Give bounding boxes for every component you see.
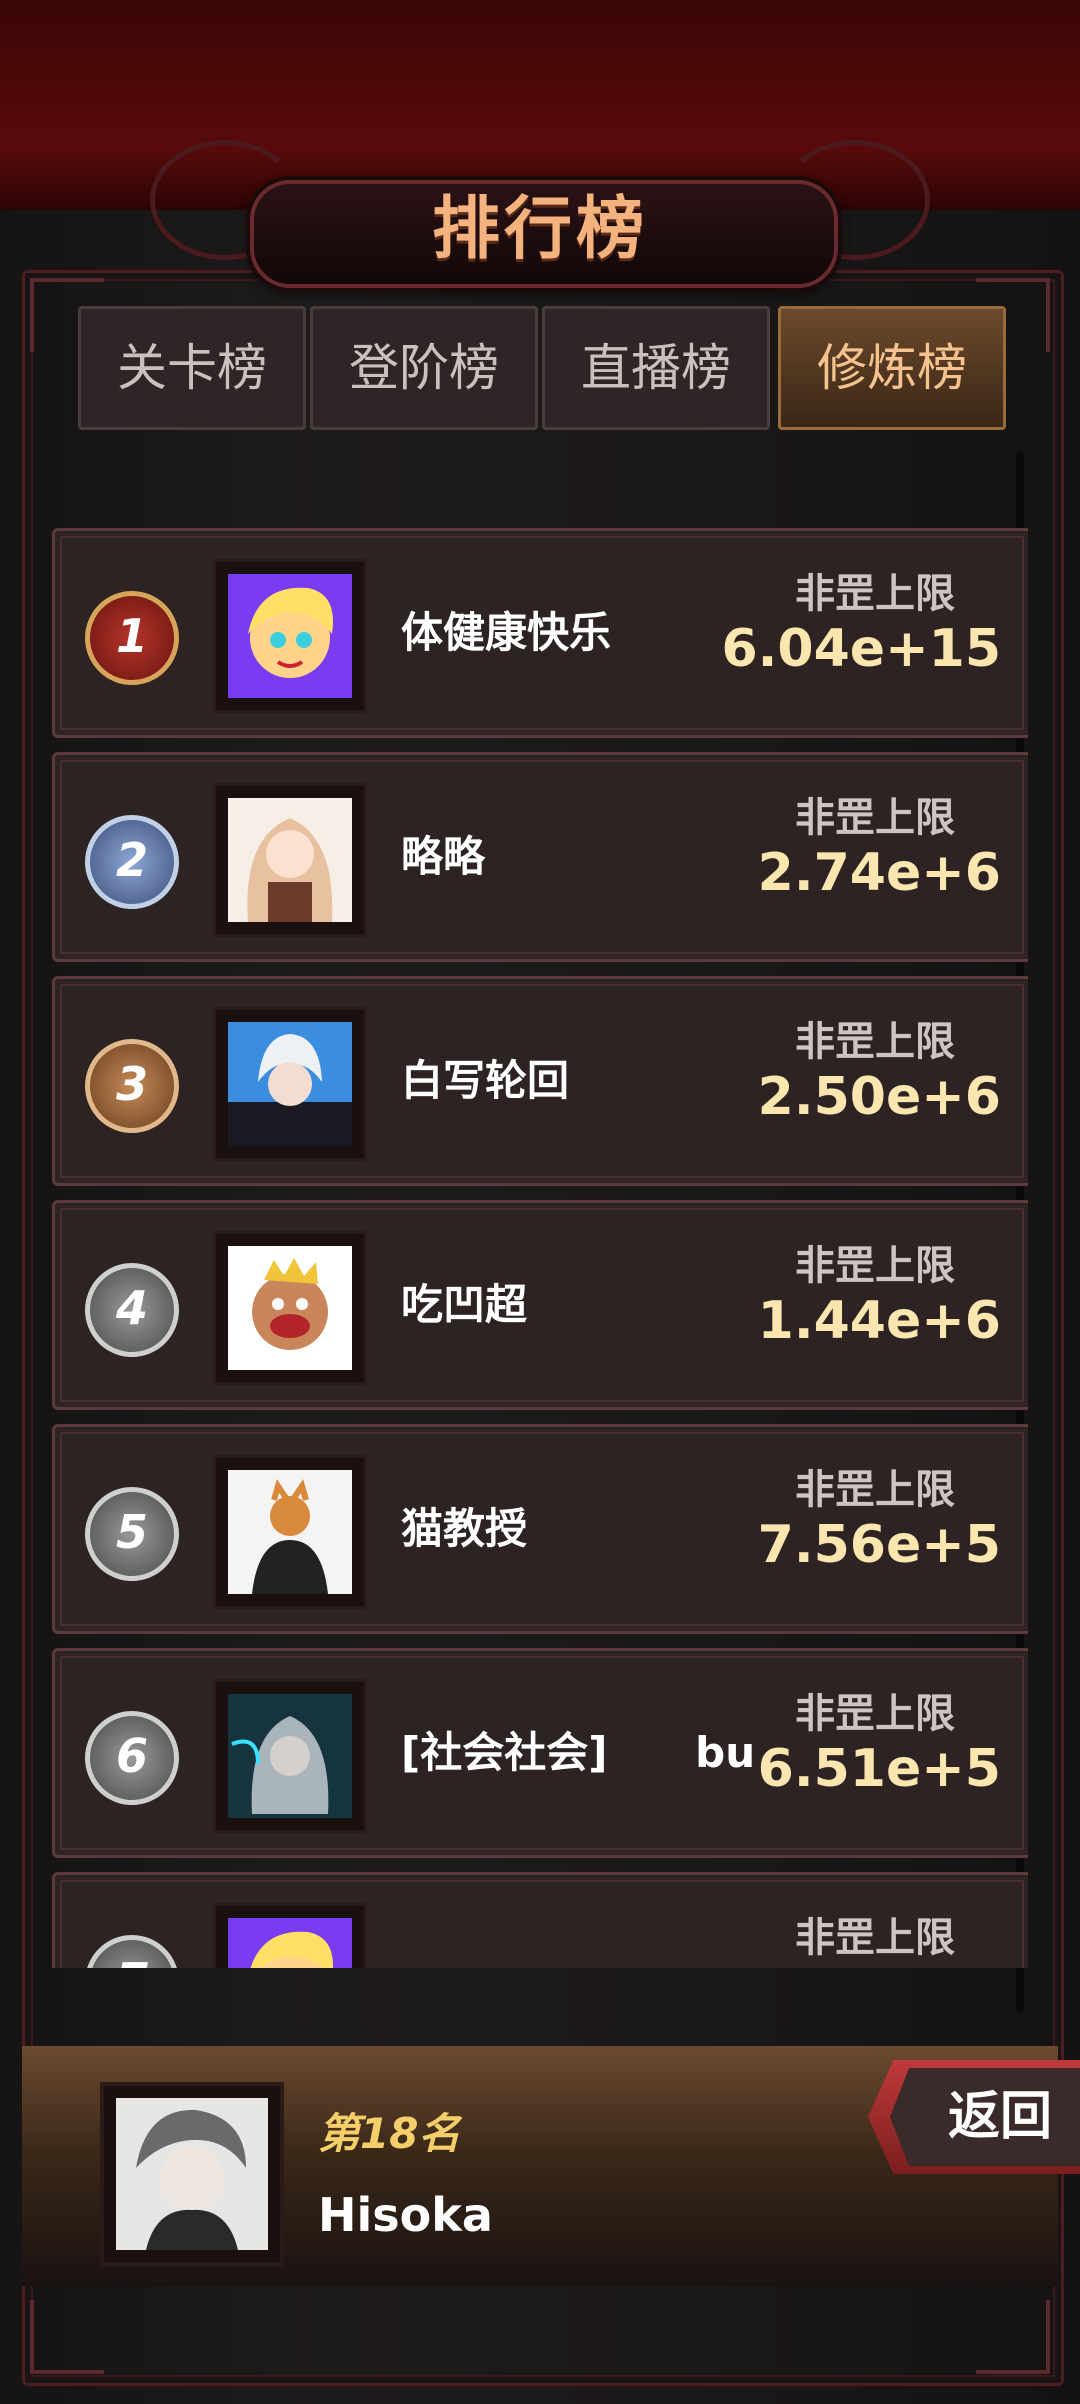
rank-badge: 7 bbox=[85, 1935, 179, 1968]
corner-ornament-bottom-left bbox=[30, 2300, 104, 2374]
player-name bbox=[401, 1945, 781, 1968]
score-value: 7.56e+5 bbox=[757, 1515, 1001, 1575]
score-value: 2.50e+6 bbox=[757, 1067, 1001, 1127]
avatar-frame bbox=[213, 783, 367, 937]
tab-level-ranking[interactable]: 关卡榜 bbox=[78, 306, 306, 430]
avatar-frame bbox=[213, 1455, 367, 1609]
avatar-frame bbox=[213, 1231, 367, 1385]
ranking-row[interactable]: 1 体健康快乐 非罡上限 6.04e+15 bbox=[52, 528, 1028, 738]
score-label: 非罡上限 bbox=[795, 1243, 955, 1289]
avatar bbox=[228, 1694, 352, 1818]
score-label: 非罡上限 bbox=[795, 1691, 955, 1737]
ranking-row[interactable]: 5 猫教授 非罡上限 7.56e+5 bbox=[52, 1424, 1028, 1634]
tab-live-ranking[interactable]: 直播榜 bbox=[542, 306, 770, 430]
ranking-row[interactable]: 6 [社会社会] bu 非罡上限 6.51e+5 bbox=[52, 1648, 1028, 1858]
rank-badge: 6 bbox=[85, 1711, 179, 1805]
avatar-frame bbox=[213, 559, 367, 713]
score-label: 非罡上限 bbox=[795, 1467, 955, 1513]
avatar-frame bbox=[213, 1679, 367, 1833]
ranking-row[interactable]: 3 白写轮回 非罡上限 2.50e+6 bbox=[52, 976, 1028, 1186]
page-title: 排行榜 bbox=[431, 190, 648, 269]
avatar bbox=[228, 1022, 352, 1146]
score-label: 非罡上限 bbox=[795, 795, 955, 841]
avatar bbox=[228, 574, 352, 698]
ranking-row[interactable]: 7 非罡上限 bbox=[52, 1872, 1028, 1968]
ranking-row[interactable]: 2 略略 非罡上限 2.74e+6 bbox=[52, 752, 1028, 962]
avatar-frame bbox=[213, 1007, 367, 1161]
my-avatar-frame bbox=[100, 2082, 284, 2266]
score-value: 6.04e+15 bbox=[721, 619, 1002, 679]
score-label: 非罡上限 bbox=[795, 571, 955, 617]
ranking-row[interactable]: 4 吃凹超 非罡上限 1.44e+6 bbox=[52, 1200, 1028, 1410]
score-label: 非罡上限 bbox=[795, 1915, 955, 1961]
rank-badge: 5 bbox=[85, 1487, 179, 1581]
rank-badge: 4 bbox=[85, 1263, 179, 1357]
corner-ornament-bottom-right bbox=[976, 2300, 1050, 2374]
tab-ascension-ranking[interactable]: 登阶榜 bbox=[310, 306, 538, 430]
rank-badge: 2 bbox=[85, 815, 179, 909]
ranking-list[interactable]: 1 体健康快乐 非罡上限 6.04e+15 2 略略 非罡上限 2.74e+6 … bbox=[52, 528, 1028, 1968]
my-avatar bbox=[116, 2098, 268, 2250]
tab-cultivation-ranking[interactable]: 修炼榜 bbox=[778, 306, 1006, 430]
back-button-label[interactable]: 返回 bbox=[920, 2068, 1080, 2166]
score-value: 6.51e+5 bbox=[757, 1739, 1001, 1799]
avatar bbox=[228, 798, 352, 922]
avatar bbox=[228, 1246, 352, 1370]
avatar bbox=[228, 1918, 352, 1968]
my-rank-text: 第18名 bbox=[318, 2109, 461, 2158]
rank-badge: 3 bbox=[85, 1039, 179, 1133]
score-value: 2.74e+6 bbox=[757, 843, 1001, 903]
my-player-name: Hisoka bbox=[318, 2188, 493, 2242]
score-value: 1.44e+6 bbox=[757, 1291, 1001, 1351]
tab-bar: 关卡榜 登阶榜 直播榜 修炼榜 bbox=[78, 306, 1006, 430]
rank-badge: 1 bbox=[85, 591, 179, 685]
score-label: 非罡上限 bbox=[795, 1019, 955, 1065]
avatar-frame bbox=[213, 1903, 367, 1968]
avatar bbox=[228, 1470, 352, 1594]
